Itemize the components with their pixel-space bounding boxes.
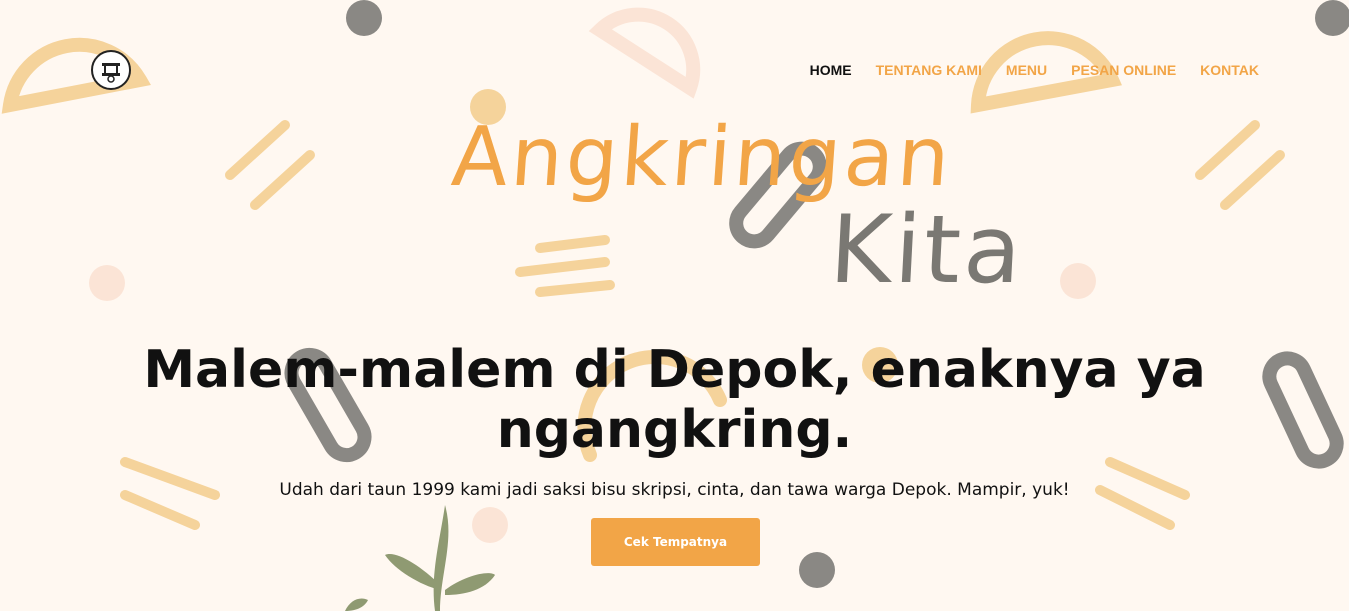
hero-headline: Malem-malem di Depok, enaknya ya ngangkr… (143, 340, 1206, 460)
nav-home[interactable]: HOME (810, 62, 852, 78)
nav-tentang-kami[interactable]: TENTANG KAMI (876, 62, 982, 78)
nav-kontak[interactable]: KONTAK (1200, 62, 1259, 78)
nav-pesan-online[interactable]: PESAN ONLINE (1071, 62, 1176, 78)
angkringan-cart-icon (102, 63, 120, 83)
main-nav: HOME TENTANG KAMI MENU PESAN ONLINE KONT… (810, 62, 1259, 78)
brand-title-line1: Angkringan (448, 110, 956, 205)
nav-menu[interactable]: MENU (1006, 62, 1047, 78)
logo[interactable] (91, 50, 131, 90)
brand-title-line2: Kita (827, 196, 1028, 305)
cek-tempatnya-button[interactable]: Cek Tempatnya (591, 518, 760, 566)
hero-subtitle: Udah dari taun 1999 kami jadi saksi bisu… (279, 480, 1070, 500)
